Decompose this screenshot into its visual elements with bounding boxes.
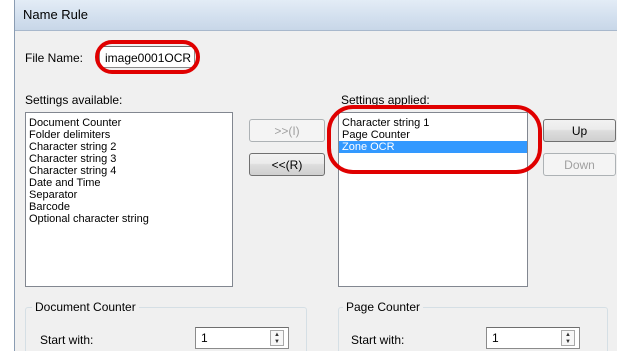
spin-down-icon[interactable]: ▼	[562, 338, 574, 345]
add-setting-button[interactable]: >>(I)	[249, 119, 325, 142]
move-down-button[interactable]: Down	[543, 153, 616, 176]
page-start-value: 1	[492, 331, 499, 345]
page-start-label: Start with:	[351, 333, 405, 347]
settings-available-list[interactable]: Document Counter Folder delimiters Chara…	[25, 112, 233, 287]
name-rule-window: Name Rule File Name: image0001OCR Settin…	[14, 0, 617, 351]
list-item[interactable]: Separator	[26, 189, 232, 201]
list-item[interactable]: Character string 4	[26, 165, 232, 177]
list-item[interactable]: Barcode	[26, 201, 232, 213]
window-title: Name Rule	[23, 7, 89, 22]
title-bar: Name Rule	[15, 0, 617, 31]
document-start-field[interactable]: 1 ▲ ▼	[195, 327, 289, 349]
page-counter-title: Page Counter	[343, 300, 424, 314]
list-item[interactable]: Document Counter	[26, 117, 232, 129]
file-name-label: File Name:	[25, 51, 84, 65]
list-item[interactable]: Date and Time	[26, 177, 232, 189]
settings-available-label: Settings available:	[25, 93, 123, 107]
document-counter-title: Document Counter	[32, 300, 139, 314]
spin-up-icon[interactable]: ▲	[271, 331, 283, 338]
document-start-spinner[interactable]: ▲ ▼	[270, 330, 284, 346]
document-start-label: Start with:	[40, 333, 94, 347]
spin-up-icon[interactable]: ▲	[562, 331, 574, 338]
list-item[interactable]: Folder delimiters	[26, 129, 232, 141]
page-start-field[interactable]: 1 ▲ ▼	[486, 327, 580, 349]
spin-down-icon[interactable]: ▼	[271, 338, 283, 345]
remove-setting-button[interactable]: <<(R)	[249, 153, 325, 176]
page-start-spinner[interactable]: ▲ ▼	[561, 330, 575, 346]
list-item[interactable]: Character string 3	[26, 153, 232, 165]
document-start-value: 1	[201, 331, 208, 345]
file-name-highlight-oval	[95, 40, 200, 74]
move-up-button[interactable]: Up	[543, 119, 616, 142]
list-item[interactable]: Optional character string	[26, 213, 232, 225]
settings-applied-highlight-oval	[327, 105, 542, 174]
list-item[interactable]: Character string 2	[26, 141, 232, 153]
